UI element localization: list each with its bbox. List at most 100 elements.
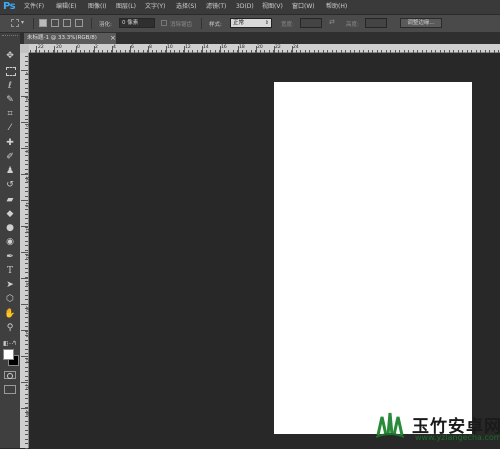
ruler-minor-tick — [25, 88, 28, 89]
quick-select-icon[interactable]: ✎ — [4, 94, 16, 106]
quick-mask-icon[interactable] — [4, 371, 16, 379]
ruler-minor-tick — [25, 196, 28, 197]
style-label: 样式: — [209, 22, 222, 28]
style-select[interactable]: 正常 ⇕ — [230, 18, 272, 28]
ruler-tick — [21, 148, 28, 149]
menu-file[interactable]: 文件(F) — [24, 2, 44, 11]
move-icon[interactable]: ✥ — [4, 50, 16, 62]
menu-3d[interactable]: 3D(D) — [236, 2, 254, 11]
swap-colors-icon[interactable]: ↰ — [12, 340, 17, 347]
refine-edge-button[interactable]: 调整边缘... — [400, 18, 442, 28]
ruler-minor-tick — [25, 97, 28, 98]
foreground-color-swatch[interactable] — [3, 349, 14, 360]
zoom-icon[interactable]: ⚲ — [4, 322, 16, 334]
ruler-minor-tick — [25, 241, 28, 242]
default-colors-icon[interactable]: ◧ — [3, 340, 9, 347]
marquee-icon[interactable] — [4, 65, 16, 77]
watermark-url: www.yzlangecha.com — [415, 433, 500, 442]
ruler-tick — [21, 356, 28, 357]
eyedropper-icon[interactable]: ⁄ — [4, 122, 16, 134]
ruler-minor-tick — [25, 371, 28, 372]
swap-icon[interactable]: ⇄ — [329, 18, 335, 26]
menu-filter[interactable]: 滤镜(T) — [206, 2, 226, 11]
healing-brush-icon[interactable]: ✚ — [4, 137, 16, 149]
ruler-minor-tick — [25, 290, 28, 291]
menu-help[interactable]: 帮助(H) — [326, 2, 347, 11]
new-selection-icon[interactable] — [39, 19, 47, 27]
feather-input[interactable]: 0 像素 — [119, 18, 155, 28]
chevron-down-icon[interactable]: ▾ — [21, 19, 24, 26]
ruler-minor-tick — [25, 362, 28, 363]
ruler-minor-tick — [25, 412, 28, 413]
crop-icon[interactable]: ⌗ — [4, 108, 16, 120]
ruler-minor-tick — [25, 308, 28, 309]
ruler-minor-tick — [25, 61, 28, 62]
ruler-minor-tick — [25, 245, 28, 246]
ruler-minor-tick — [25, 353, 28, 354]
ruler-minor-tick — [25, 268, 28, 269]
path-select-icon[interactable]: ➤ — [4, 279, 16, 291]
brush-icon[interactable]: ✐ — [4, 151, 16, 163]
dodge-icon[interactable]: ◉ — [4, 236, 16, 248]
menu-select[interactable]: 选择(S) — [176, 2, 197, 11]
ruler-minor-tick — [25, 232, 28, 233]
ruler-minor-tick — [25, 214, 28, 215]
ruler-tick — [21, 174, 28, 175]
document-tab[interactable]: 未标题-1 @ 33.3%(RGB/8) — [24, 33, 116, 44]
ruler-minor-tick — [25, 385, 28, 386]
subtract-selection-icon[interactable] — [63, 19, 71, 27]
menu-layer[interactable]: 图层(L) — [116, 2, 136, 11]
document-canvas[interactable] — [274, 82, 472, 434]
ruler-minor-tick — [25, 439, 28, 440]
ruler-minor-tick — [25, 205, 28, 206]
intersect-selection-icon[interactable] — [75, 19, 83, 27]
stamp-icon[interactable]: ♟ — [4, 165, 16, 177]
panel-grip[interactable] — [2, 35, 18, 39]
eraser-icon[interactable]: ▰ — [4, 194, 16, 206]
ruler-minor-tick — [25, 394, 28, 395]
screen-mode-icon[interactable] — [4, 385, 16, 394]
ruler-tick — [21, 278, 28, 279]
ruler-origin[interactable] — [20, 44, 29, 53]
ruler-tick — [148, 46, 149, 53]
menu-image[interactable]: 图像(I) — [88, 2, 106, 11]
ruler-minor-tick — [25, 155, 28, 156]
height-input[interactable] — [365, 18, 387, 28]
ruler-minor-tick — [25, 299, 28, 300]
paint-bucket-icon[interactable]: ◆ — [4, 208, 16, 220]
ruler-minor-tick — [25, 263, 28, 264]
ruler-minor-tick — [25, 173, 28, 174]
ruler-minor-tick — [25, 380, 28, 381]
shape-icon[interactable]: ⬡ — [4, 293, 16, 305]
ruler-minor-tick — [25, 92, 28, 93]
width-input[interactable] — [300, 18, 322, 28]
close-icon[interactable]: × — [110, 33, 116, 44]
ruler-minor-tick — [25, 187, 28, 188]
ruler-minor-tick — [25, 79, 28, 80]
ruler-minor-tick — [25, 56, 28, 57]
menu-window[interactable]: 窗口(W) — [292, 2, 315, 11]
ruler-minor-tick — [25, 367, 28, 368]
lasso-icon[interactable]: ℓ — [4, 80, 16, 92]
blur-icon[interactable]: ● — [4, 222, 16, 234]
ruler-tick — [21, 408, 28, 409]
ruler-minor-tick — [25, 376, 28, 377]
menu-type[interactable]: 文字(Y) — [145, 2, 165, 11]
feather-label: 羽化: — [99, 22, 112, 28]
pen-icon[interactable]: ✒ — [4, 251, 16, 263]
ruler-minor-tick — [25, 304, 28, 305]
menu-edit[interactable]: 编辑(E) — [56, 2, 76, 11]
history-brush-icon[interactable]: ↺ — [4, 179, 16, 191]
ruler-minor-tick — [25, 295, 28, 296]
ruler-tick — [220, 46, 221, 53]
type-icon[interactable]: T — [4, 265, 16, 277]
add-selection-icon[interactable] — [51, 19, 59, 27]
ruler-minor-tick — [25, 74, 28, 75]
marquee-preset-icon[interactable] — [11, 19, 19, 27]
hand-icon[interactable]: ✋ — [4, 308, 16, 320]
ruler-minor-tick — [25, 110, 28, 111]
menu-view[interactable]: 视图(V) — [262, 2, 283, 11]
ruler-minor-tick — [25, 164, 28, 165]
antialias-checkbox[interactable] — [161, 20, 167, 26]
ruler-minor-tick — [25, 178, 28, 179]
